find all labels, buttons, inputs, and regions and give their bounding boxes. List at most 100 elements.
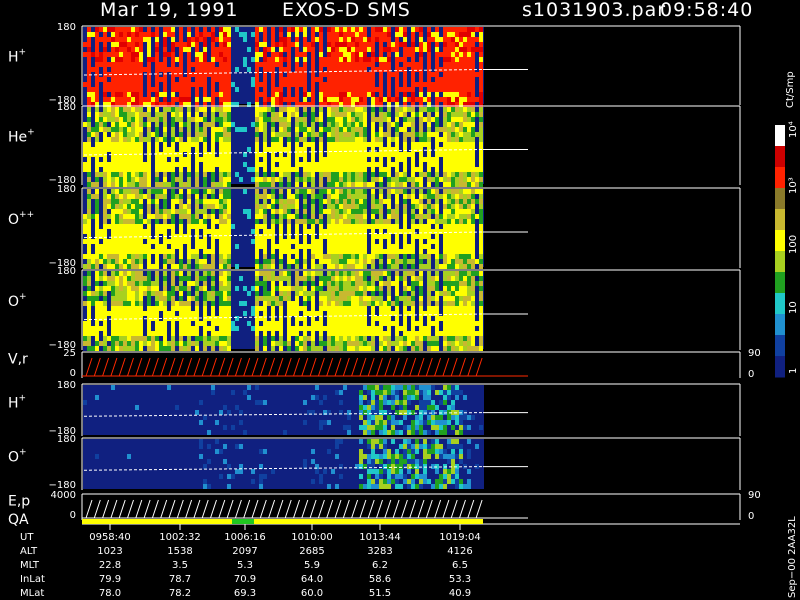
spectrogram-cell: [151, 182, 155, 187]
spectrogram-cell: [187, 162, 191, 167]
spectrogram-cell: [175, 177, 179, 182]
spectrogram-cell: [311, 37, 315, 42]
spectrogram-cell: [227, 122, 231, 127]
spectrogram-cell: [367, 72, 371, 77]
spectrogram-cell: [95, 264, 99, 269]
spectrogram-cell: [131, 162, 135, 167]
spectrogram-cell: [335, 127, 339, 132]
spectrogram-cell: [147, 142, 151, 147]
spectrogram-cell: [455, 264, 459, 269]
spectrogram-cell: [323, 244, 327, 249]
spectrogram-cell: [127, 57, 131, 62]
spectrogram-cell: [451, 77, 455, 82]
spectrogram-cell: [219, 239, 223, 244]
spectrogram-cell: [351, 259, 355, 264]
spectrogram-cell: [187, 152, 191, 157]
spectrogram-cell: [91, 182, 95, 187]
spectrogram-cell: [211, 67, 215, 72]
spectrogram-cell: [323, 37, 327, 42]
y-tick-max: 180: [57, 184, 76, 195]
spectrogram-cell: [123, 336, 127, 341]
spectrogram-cell: [387, 199, 391, 204]
spectrogram-cell: [159, 276, 163, 281]
spectrogram-cell: [319, 172, 323, 177]
spectrogram-cell: [155, 112, 159, 117]
spectrogram-cell: [199, 209, 203, 214]
spectrogram-cell: [227, 157, 231, 162]
spectrogram-cell: [219, 27, 223, 32]
spectrogram-cell: [271, 224, 275, 229]
spectrogram-cell: [215, 177, 219, 182]
spectrogram-cell: [419, 107, 423, 112]
spectrogram-cell: [335, 259, 339, 264]
spectrogram-cell: [191, 152, 195, 157]
spectrogram-cell: [199, 52, 203, 57]
spectrogram-cell: [91, 37, 95, 42]
spectrogram-cell: [107, 276, 111, 281]
spectrogram-cell: [395, 77, 399, 82]
spectrogram-cell: [83, 117, 87, 122]
spectrogram-cell: [91, 157, 95, 162]
spectrogram-cell: [267, 52, 271, 57]
spectrogram-cell: [443, 142, 447, 147]
spectrogram-cell: [295, 172, 299, 177]
spectrogram-cell: [363, 42, 367, 47]
spectrogram-cell: [319, 37, 323, 42]
spectrogram-cell: [267, 32, 271, 37]
spectrogram-cell: [147, 204, 151, 209]
spectrogram-cell: [119, 281, 123, 286]
spectrogram-cell: [263, 137, 267, 142]
spectrogram-cell: [407, 234, 411, 239]
spectrogram-cell: [455, 52, 459, 57]
spectrogram-cell: [307, 219, 311, 224]
spectrogram-cell: [335, 199, 339, 204]
spectrogram-cell: [255, 137, 259, 142]
spectrogram-cell: [83, 167, 87, 172]
spectrogram-cell: [107, 219, 111, 224]
spectrogram-cell: [135, 286, 139, 291]
spectrogram-cell: [295, 92, 299, 97]
spectrogram-cell: [307, 189, 311, 194]
spectrogram-cell: [383, 97, 387, 102]
spectrogram-cell: [367, 182, 371, 187]
spectrogram-cell: [107, 311, 111, 316]
spectrogram-cell: [455, 229, 459, 234]
spectrogram-cell: [115, 32, 119, 37]
spectrogram-cell: [299, 239, 303, 244]
spectrogram-cell: [139, 42, 143, 47]
spectrogram-cell: [423, 122, 427, 127]
spectrogram-cell: [147, 107, 151, 112]
spectrogram-cell: [291, 239, 295, 244]
spectrogram-cell: [339, 92, 343, 97]
spectrogram-cell: [175, 209, 179, 214]
spectrogram-cell: [343, 77, 347, 82]
spectrogram-cell: [323, 249, 327, 254]
spectrogram-cell: [167, 137, 171, 142]
spectrogram-cell: [475, 254, 479, 259]
spectrogram-cell: [447, 42, 451, 47]
spectrogram-cell: [123, 291, 127, 296]
spectrogram-cell: [415, 254, 419, 259]
spectrogram-cell: [427, 152, 431, 157]
spectrogram-cell: [83, 264, 87, 269]
spectrogram-cell: [271, 117, 275, 122]
spectrogram-cell: [267, 229, 271, 234]
spectrogram-cell: [359, 162, 363, 167]
spectrogram-cell: [287, 177, 291, 182]
spectrogram-cell: [171, 32, 175, 37]
spectrogram-cell: [311, 62, 315, 67]
spectrogram-cell: [387, 157, 391, 162]
spectrogram-cell: [343, 204, 347, 209]
spectrogram-cell: [459, 112, 463, 117]
spectrogram-cell: [179, 27, 183, 32]
spectrogram-cell: [451, 214, 455, 219]
spectrogram-cell: [267, 67, 271, 72]
spectrogram-cell: [459, 152, 463, 157]
spectrogram-cell: [355, 62, 359, 67]
spectrogram-cell: [439, 122, 443, 127]
spectrogram-cell: [251, 239, 255, 244]
spectrogram-cell: [323, 209, 327, 214]
spectrogram-cell: [451, 157, 455, 162]
spectrogram-cell: [371, 107, 375, 112]
spectrogram-cell: [115, 336, 119, 341]
